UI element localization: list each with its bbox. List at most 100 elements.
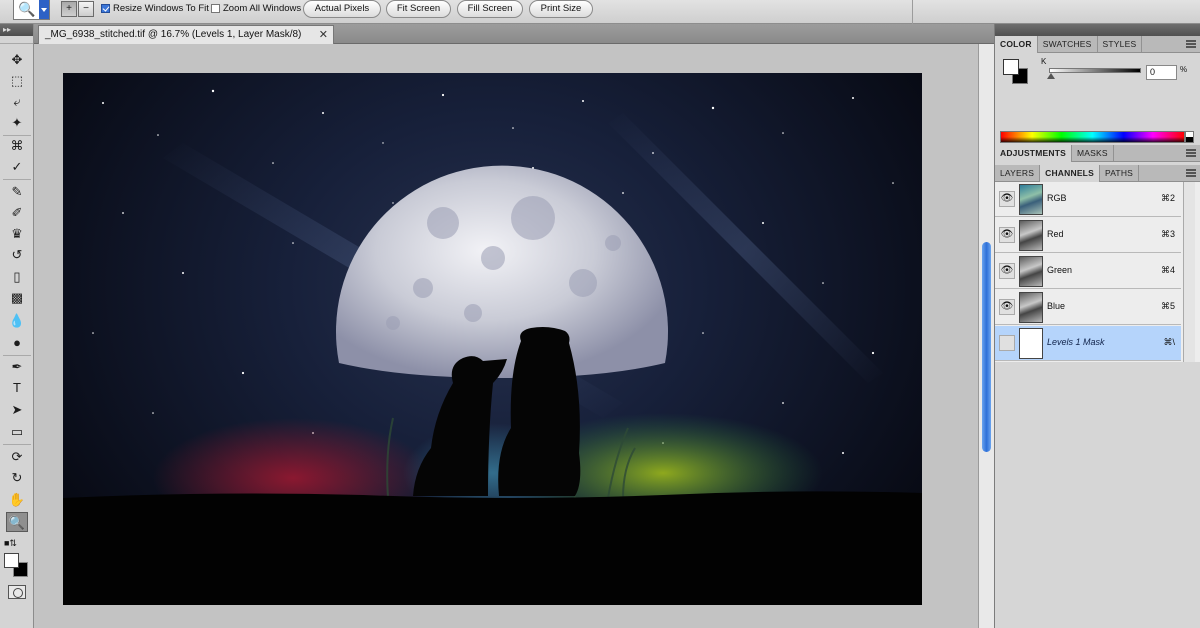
eye-icon[interactable]: 👁 bbox=[999, 263, 1015, 279]
night-sky-moon-artwork bbox=[63, 89, 922, 605]
tools-panel-grip[interactable] bbox=[0, 36, 33, 44]
eraser-tool-icon[interactable]: ▯ bbox=[6, 267, 28, 287]
gradient-tool-icon[interactable]: ▩ bbox=[6, 288, 28, 308]
channel-name: Levels 1 Mask bbox=[1047, 337, 1105, 347]
color-panel-tabs: COLOR SWATCHES STYLES bbox=[995, 36, 1200, 53]
channels-list: 👁 RGB ⌘2 👁 Red ⌘3 👁 Green ⌘4 👁 Blue ⌘5 L… bbox=[995, 182, 1200, 362]
resize-windows-checkbox[interactable]: Resize Windows To Fit bbox=[101, 3, 209, 14]
tool-separator bbox=[3, 179, 31, 180]
channel-shortcut: ⌘2 bbox=[1160, 193, 1175, 203]
mask-thumbnail bbox=[1019, 328, 1043, 359]
fit-screen-button[interactable]: Fit Screen bbox=[386, 0, 451, 18]
chevron-down-icon[interactable] bbox=[39, 0, 49, 19]
channels-scrollbar[interactable] bbox=[1183, 182, 1195, 362]
marquee-tool-icon[interactable]: ⬚ bbox=[6, 71, 28, 91]
black-white-ramp[interactable] bbox=[1185, 131, 1194, 143]
3d-rotate-tool-icon[interactable]: ⟳ bbox=[6, 447, 28, 467]
tool-separator bbox=[3, 355, 31, 356]
panel-menu-icon[interactable] bbox=[1186, 149, 1196, 157]
resize-windows-label: Resize Windows To Fit bbox=[113, 3, 209, 14]
tools-panel-collapse-icon[interactable]: ▸▸ bbox=[0, 24, 33, 36]
crop-tool-icon[interactable]: ⌘ bbox=[6, 136, 28, 156]
actual-pixels-button[interactable]: Actual Pixels bbox=[303, 0, 381, 18]
visibility-off-box[interactable] bbox=[999, 335, 1015, 351]
tab-color[interactable]: COLOR bbox=[995, 36, 1038, 53]
checkbox-checked-icon[interactable] bbox=[101, 4, 110, 13]
adjustments-panel-tabs: ADJUSTMENTS MASKS bbox=[995, 145, 1200, 162]
k-slider-track[interactable] bbox=[1049, 68, 1141, 73]
foreground-color-swatch[interactable] bbox=[4, 553, 19, 568]
channel-name: Blue bbox=[1047, 301, 1066, 311]
panel-menu-icon[interactable] bbox=[1186, 40, 1196, 48]
dodge-tool-icon[interactable]: ● bbox=[6, 333, 28, 353]
channel-row-red[interactable]: 👁 Red ⌘3 bbox=[995, 218, 1181, 253]
channel-row-levels-mask[interactable]: Levels 1 Mask ⌘\ bbox=[995, 326, 1181, 361]
clone-stamp-tool-icon[interactable]: ♛ bbox=[6, 224, 28, 244]
vertical-scrollbar[interactable] bbox=[978, 44, 994, 628]
rectangle-tool-icon[interactable]: ▭ bbox=[6, 422, 28, 442]
eye-icon[interactable]: 👁 bbox=[999, 299, 1015, 315]
zoom-tool-icon[interactable]: 🔍 bbox=[6, 512, 28, 532]
history-brush-tool-icon[interactable]: ↺ bbox=[6, 245, 28, 265]
fill-screen-button[interactable]: Fill Screen bbox=[457, 0, 523, 18]
zoom-in-mode-button[interactable]: + bbox=[61, 1, 77, 17]
print-size-button[interactable]: Print Size bbox=[529, 0, 593, 18]
right-panel-dock: COLOR SWATCHES STYLES K 0 % ADJUSTMENTS … bbox=[994, 24, 1200, 628]
channel-name: Green bbox=[1047, 265, 1073, 275]
eye-icon[interactable]: 👁 bbox=[999, 191, 1015, 207]
tab-adjustments[interactable]: ADJUSTMENTS bbox=[995, 145, 1072, 162]
quick-mask-icon[interactable] bbox=[8, 585, 26, 599]
document-tab-bar: _MG_6938_stitched.tif @ 16.7% (Levels 1,… bbox=[34, 24, 994, 44]
lasso-tool-icon[interactable]: ⤶ bbox=[6, 92, 28, 112]
document-canvas-image[interactable] bbox=[63, 73, 922, 605]
channel-thumbnail bbox=[1019, 184, 1043, 215]
document-tab-title: _MG_6938_stitched.tif @ 16.7% (Levels 1,… bbox=[45, 29, 302, 40]
zoom-all-windows-checkbox[interactable]: Zoom All Windows bbox=[211, 3, 301, 14]
tab-paths[interactable]: PATHS bbox=[1100, 165, 1140, 181]
blur-tool-icon[interactable]: 💧 bbox=[6, 311, 28, 331]
tool-separator bbox=[3, 444, 31, 445]
k-value-input[interactable]: 0 bbox=[1146, 65, 1177, 80]
k-channel-label: K bbox=[1041, 57, 1047, 66]
channel-row-rgb[interactable]: 👁 RGB ⌘2 bbox=[995, 182, 1181, 217]
channel-shortcut: ⌘4 bbox=[1160, 265, 1175, 275]
quick-selection-tool-icon[interactable]: ✦ bbox=[6, 113, 28, 133]
checkbox-unchecked-icon[interactable] bbox=[211, 4, 220, 13]
zoom-icon: 🔍 bbox=[18, 1, 36, 17]
default-colors-icon[interactable]: ■⇅ bbox=[4, 538, 17, 549]
panel-empty-area bbox=[995, 388, 1200, 628]
color-foreground-swatch[interactable] bbox=[1003, 59, 1019, 75]
color-spectrum-ramp[interactable] bbox=[1000, 131, 1185, 143]
channel-row-blue[interactable]: 👁 Blue ⌘5 bbox=[995, 290, 1181, 325]
eyedropper-tool-icon[interactable]: ✓ bbox=[6, 157, 28, 177]
channel-thumbnail bbox=[1019, 292, 1043, 323]
zoom-out-mode-button[interactable]: − bbox=[78, 1, 94, 17]
path-selection-tool-icon[interactable]: ➤ bbox=[6, 400, 28, 420]
channel-shortcut: ⌘\ bbox=[1163, 337, 1175, 347]
pen-tool-icon[interactable]: ✒ bbox=[6, 357, 28, 377]
tool-preset-picker[interactable]: 🔍 bbox=[13, 0, 50, 20]
panel-menu-icon[interactable] bbox=[1186, 169, 1196, 177]
tab-channels[interactable]: CHANNELS bbox=[1040, 165, 1100, 182]
close-icon[interactable]: ✕ bbox=[319, 26, 328, 44]
document-tab[interactable]: _MG_6938_stitched.tif @ 16.7% (Levels 1,… bbox=[38, 25, 334, 44]
channel-shortcut: ⌘3 bbox=[1160, 229, 1175, 239]
tab-styles[interactable]: STYLES bbox=[1098, 36, 1143, 52]
tab-masks[interactable]: MASKS bbox=[1072, 145, 1114, 161]
move-tool-icon[interactable]: ✥ bbox=[6, 50, 28, 70]
tab-layers[interactable]: LAYERS bbox=[995, 165, 1041, 181]
k-slider-thumb[interactable] bbox=[1047, 73, 1055, 79]
tab-swatches[interactable]: SWATCHES bbox=[1038, 36, 1098, 52]
brush-tool-icon[interactable]: ✐ bbox=[6, 203, 28, 223]
panel-dock-header[interactable] bbox=[995, 24, 1200, 36]
type-tool-icon[interactable]: T bbox=[6, 378, 28, 398]
tools-panel: ▸▸ ✥ ⬚ ⤶ ✦ ⌘ ✓ ✎ ✐ ♛ ↺ ▯ ▩ 💧 ● ✒ T ➤ ▭ ⟳… bbox=[0, 24, 34, 628]
channel-name: Red bbox=[1047, 229, 1064, 239]
channel-thumbnail bbox=[1019, 256, 1043, 287]
eye-icon[interactable]: 👁 bbox=[999, 227, 1015, 243]
healing-brush-tool-icon[interactable]: ✎ bbox=[6, 182, 28, 202]
scrollbar-thumb[interactable] bbox=[982, 242, 991, 452]
3d-orbit-tool-icon[interactable]: ↻ bbox=[6, 468, 28, 488]
channel-row-green[interactable]: 👁 Green ⌘4 bbox=[995, 254, 1181, 289]
hand-tool-icon[interactable]: ✋ bbox=[6, 490, 28, 510]
